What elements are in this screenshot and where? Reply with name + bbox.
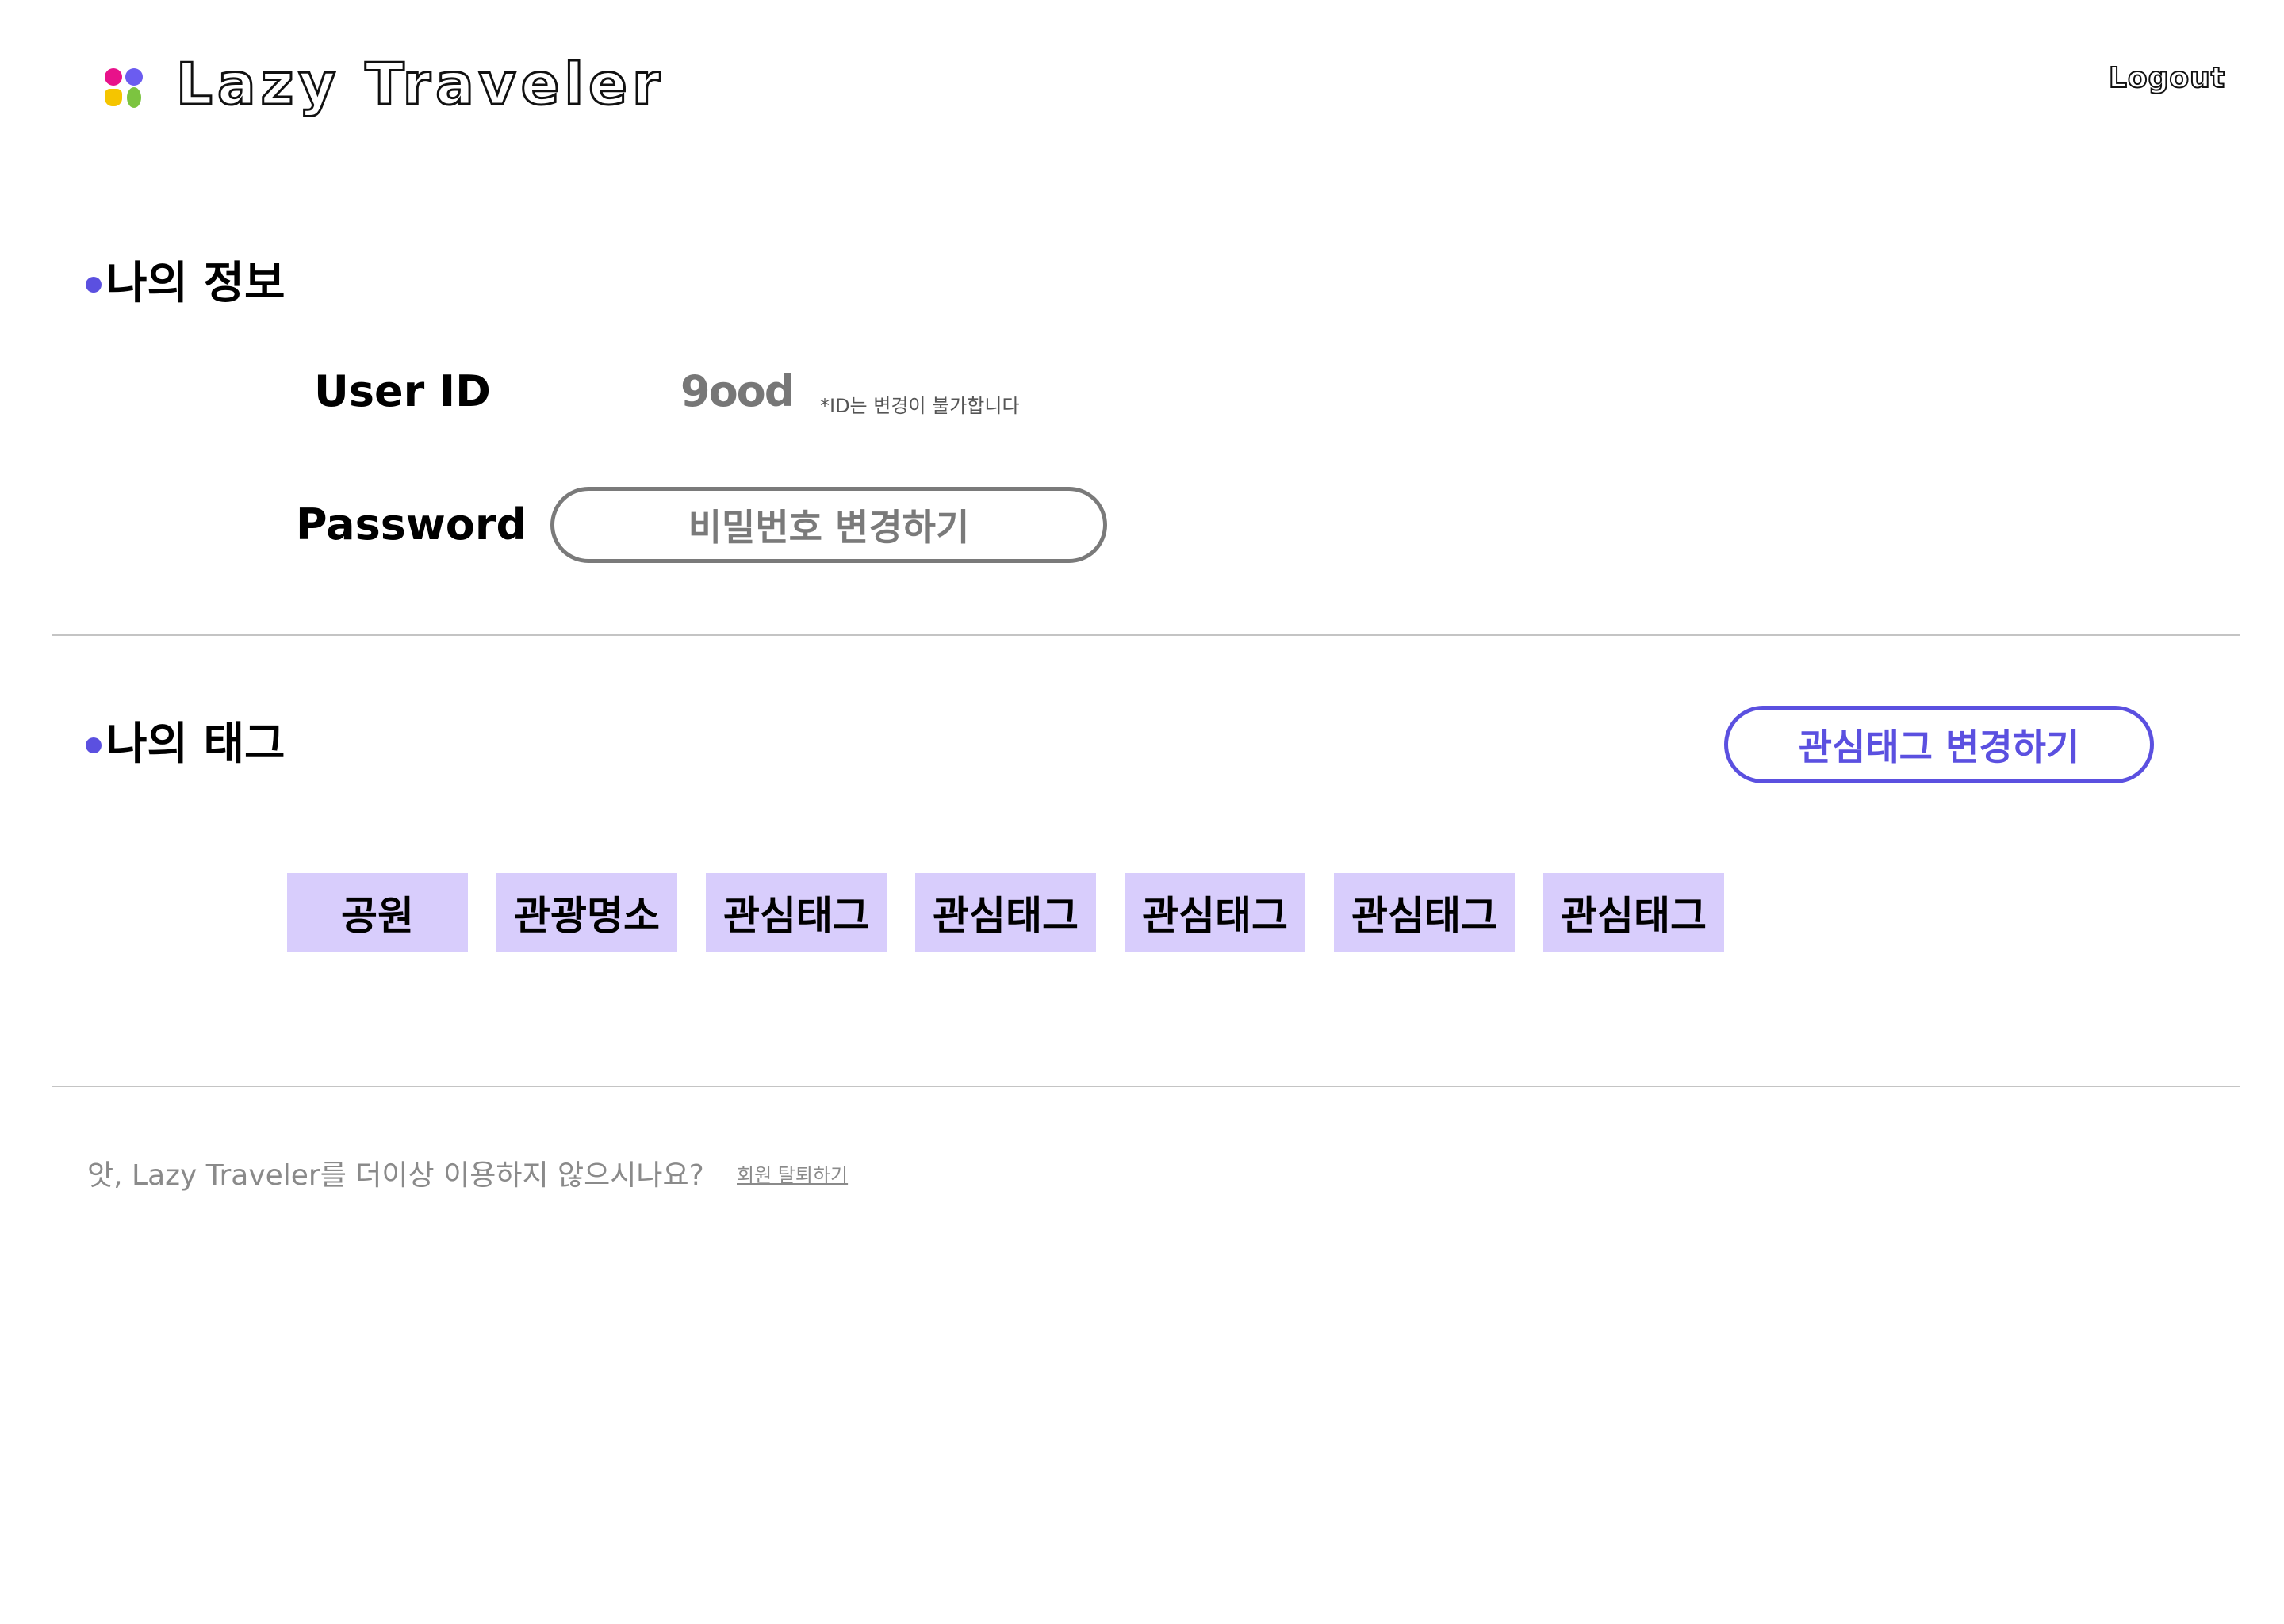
userid-label: User ID: [314, 366, 491, 416]
tag-chip: 관심태그: [706, 873, 887, 952]
withdraw-question: 앗, Lazy Traveler를 더이상 이용하지 않으시나요?: [87, 1159, 704, 1192]
green-dot-icon: [127, 87, 141, 108]
violet-dot-icon: [125, 68, 143, 86]
logout-link[interactable]: Logout: [2108, 61, 2225, 95]
magenta-dot-icon: [105, 68, 122, 86]
divider: [52, 634, 2240, 636]
password-label: Password: [296, 500, 527, 550]
section-title-info-text: 나의 정보: [106, 258, 286, 309]
tag-list: 공원 관광명소 관심태그 관심태그 관심태그 관심태그 관심태그: [287, 873, 1724, 952]
bullet-icon: [86, 276, 102, 293]
logo[interactable]: Lazy Traveler: [98, 50, 665, 119]
tag-chip: 관심태그: [1334, 873, 1515, 952]
bullet-icon: [86, 737, 102, 753]
change-password-button[interactable]: 비밀번호 변경하기: [550, 487, 1107, 563]
tag-chip: 관심태그: [915, 873, 1096, 952]
userid-note: *ID는 변경이 불가합니다: [820, 395, 1020, 417]
tag-chip: 관광명소: [496, 873, 677, 952]
divider: [52, 1086, 2240, 1087]
logo-text: Lazy Traveler: [174, 50, 665, 119]
userid-value: 9ood: [680, 366, 795, 416]
logo-mark-icon: [98, 59, 146, 109]
tag-chip: 관심태그: [1125, 873, 1305, 952]
withdraw-link[interactable]: 회원 탈퇴하기: [737, 1159, 848, 1187]
section-title-info: 나의 정보: [86, 247, 286, 312]
change-tags-button[interactable]: 관심태그 변경하기: [1724, 706, 2154, 783]
tag-chip: 관심태그: [1543, 873, 1724, 952]
yellow-dot-icon: [105, 89, 122, 106]
section-title-tags-text: 나의 태그: [106, 718, 286, 770]
section-title-tags: 나의 태그: [86, 708, 286, 772]
tag-chip: 공원: [287, 873, 468, 952]
